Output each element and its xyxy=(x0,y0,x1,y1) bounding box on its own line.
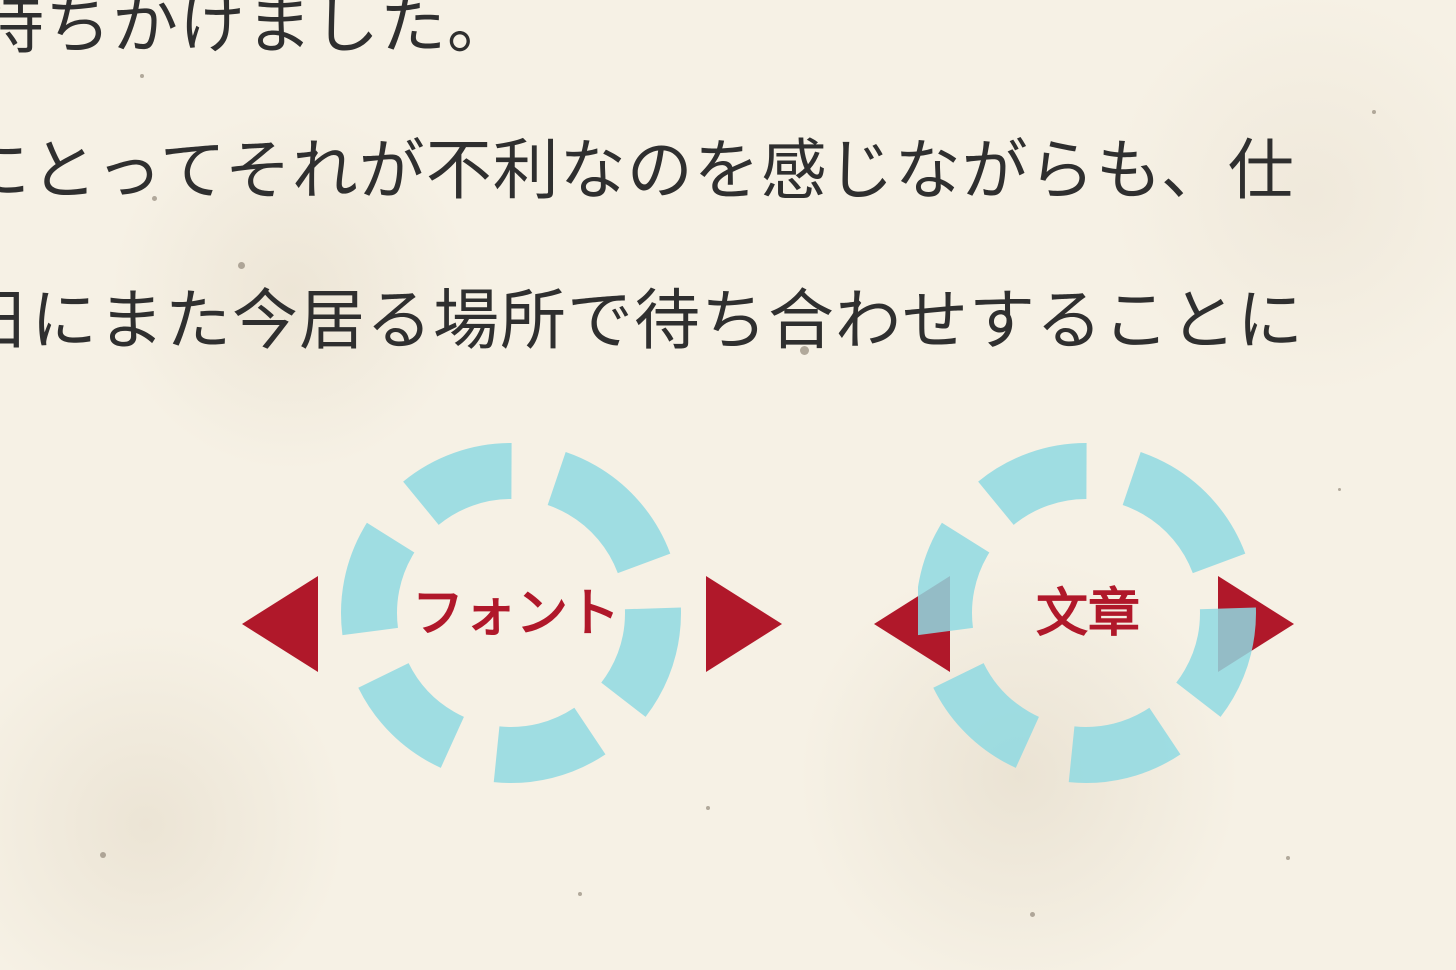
text-line: 待ちかけました。 xyxy=(0,0,514,63)
paper-speck xyxy=(1030,912,1035,917)
font-prev-arrow-icon[interactable] xyxy=(242,576,318,672)
paper-speck xyxy=(706,806,710,810)
font-setting-label: フォント xyxy=(411,584,620,644)
paper-speck xyxy=(1338,488,1341,491)
text-selector: 文章 xyxy=(868,438,1308,788)
text-setting-label: 文章 xyxy=(1035,584,1140,644)
font-next-arrow-icon[interactable] xyxy=(706,576,782,672)
paper-speck xyxy=(152,196,157,201)
paper-speck xyxy=(1286,856,1290,860)
paper-speck xyxy=(140,74,144,78)
text-line: にとってそれが不利なのを感じながらも、仕 xyxy=(0,132,1295,209)
paper-speck xyxy=(238,262,245,269)
paper-speck xyxy=(100,852,106,858)
paper-speck xyxy=(1372,110,1376,114)
font-selector: フォント xyxy=(236,438,796,788)
paper-speck xyxy=(578,892,582,896)
text-line: 日にまた今居る場所で待ち合わせすることに xyxy=(0,282,1304,359)
paper-speck xyxy=(800,346,809,355)
